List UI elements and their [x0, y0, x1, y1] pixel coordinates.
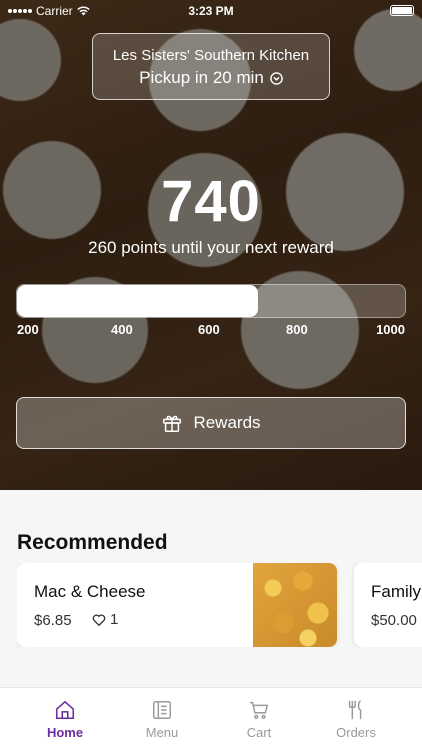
recommended-card[interactable]: Family $50.00: [354, 563, 422, 647]
item-price: $6.85: [34, 612, 72, 629]
restaurant-name: Les Sisters' Southern Kitchen: [112, 47, 310, 64]
chevron-down-icon: [270, 71, 283, 85]
tab-orders[interactable]: Orders: [307, 688, 405, 750]
section-title-recommended: Recommended: [17, 531, 168, 554]
points-until-reward: 260 points until your next reward: [88, 238, 334, 257]
gift-icon: [163, 415, 182, 432]
location-selector[interactable]: Les Sisters' Southern Kitchen Pickup in …: [92, 33, 330, 100]
heart-icon: [92, 613, 106, 626]
home-icon: [55, 700, 75, 720]
tab-cart[interactable]: Cart: [210, 688, 308, 750]
tab-home[interactable]: Home: [16, 688, 114, 750]
tick-label: 800: [286, 322, 308, 337]
points-progress-bar: [16, 284, 406, 318]
tick-label: 1000: [376, 322, 405, 337]
points-progress-fill: [17, 285, 258, 317]
recommended-carousel[interactable]: Mac & Cheese $6.85 1 Family $50.00: [17, 563, 422, 647]
item-name: Mac & Cheese: [34, 582, 146, 601]
cart-icon: [249, 701, 269, 719]
tab-bar: Home Menu Cart Orders: [0, 687, 422, 750]
status-time: 3:23 PM: [188, 4, 234, 18]
status-bar: Carrier 3:23 PM: [0, 0, 422, 22]
favorite-button[interactable]: 1: [91, 611, 118, 628]
tick-label: 200: [17, 322, 39, 337]
recommended-card[interactable]: Mac & Cheese $6.85 1: [17, 563, 337, 647]
tab-label: Orders: [336, 725, 376, 740]
orders-icon: [348, 700, 362, 720]
tab-menu[interactable]: Menu: [113, 688, 211, 750]
tab-label: Home: [46, 725, 84, 740]
item-photo: [253, 563, 337, 647]
rewards-button-label: Rewards: [193, 413, 261, 432]
rewards-button[interactable]: Rewards: [16, 397, 406, 449]
tick-label: 600: [198, 322, 220, 337]
tab-label: Menu: [145, 725, 179, 740]
progress-ticks: 200 400 600 800 1000: [16, 322, 406, 338]
menu-icon: [153, 701, 171, 719]
hero-banner: Carrier 3:23 PM Les Sisters' Southern Ki…: [0, 0, 422, 490]
item-price: $50.00: [371, 612, 417, 629]
battery-icon: [390, 5, 414, 16]
like-count: 1: [110, 611, 119, 628]
pickup-label: Pickup in 20 min: [139, 68, 264, 87]
item-name: Family: [371, 582, 422, 601]
tab-label: Cart: [246, 725, 272, 740]
points-balance: 740: [161, 169, 261, 234]
pickup-time: Pickup in 20 min: [93, 68, 329, 88]
tick-label: 400: [111, 322, 133, 337]
